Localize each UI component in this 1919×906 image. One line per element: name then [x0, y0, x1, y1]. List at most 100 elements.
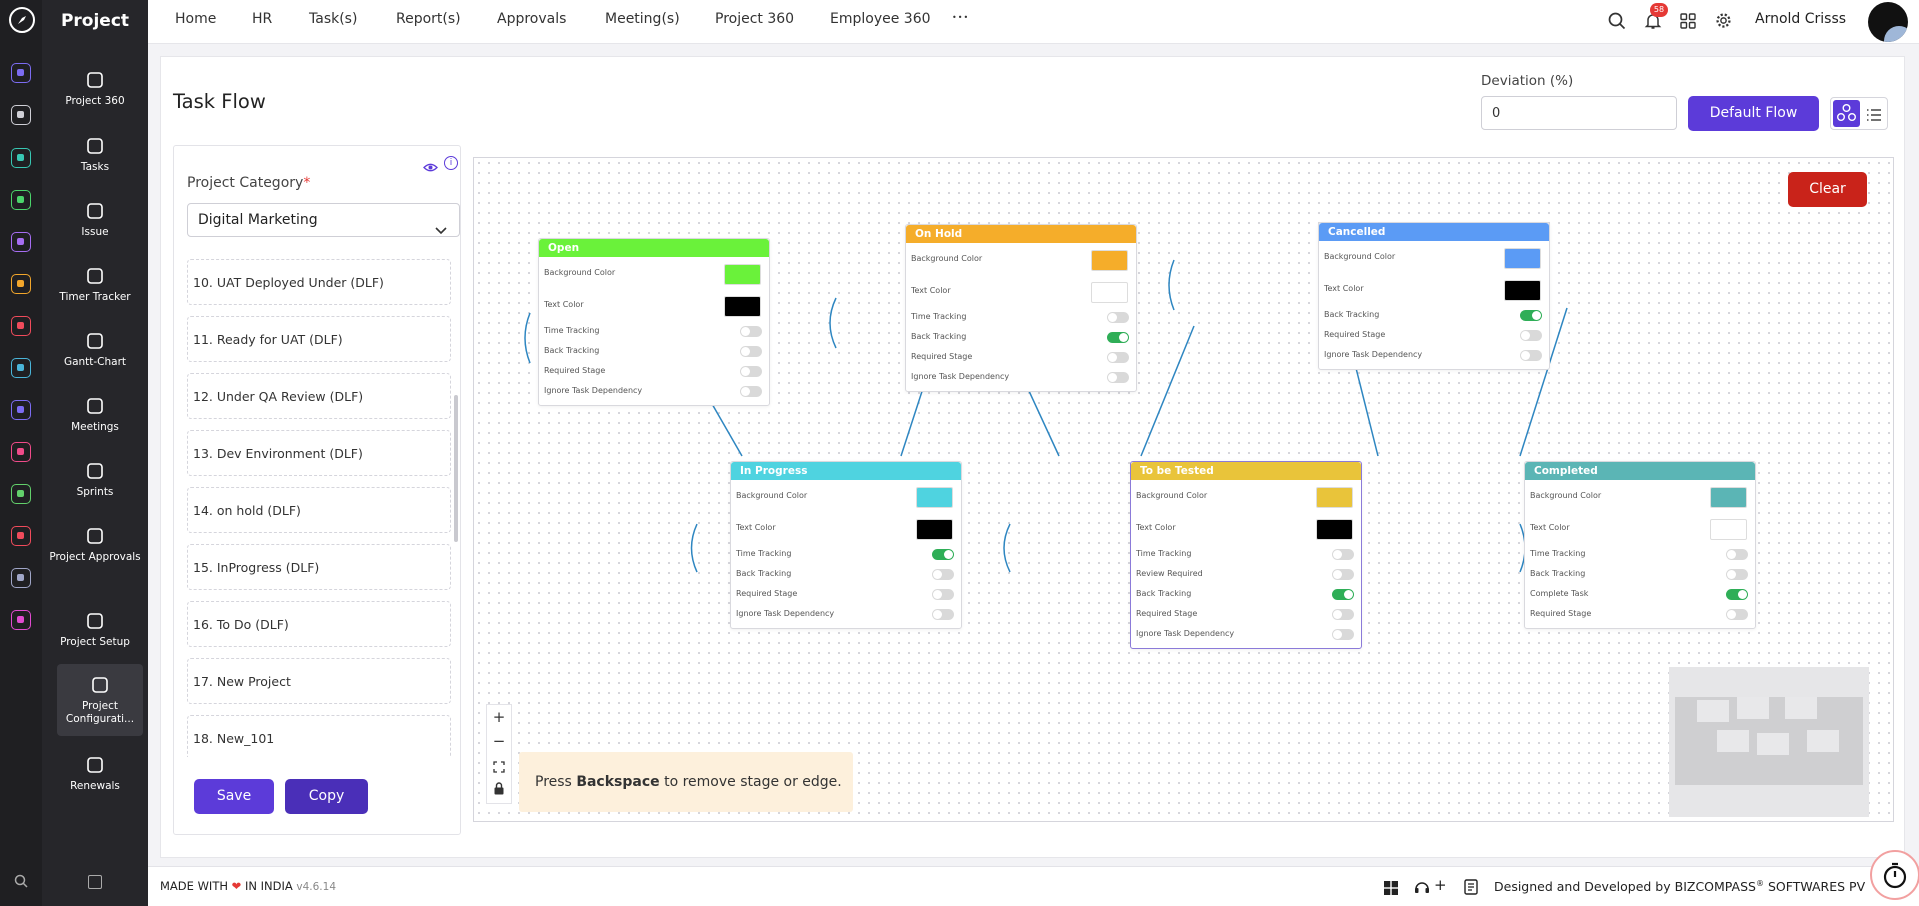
- rail-app-icon-4[interactable]: [11, 190, 31, 210]
- flow-diagram-view-icon[interactable]: [1833, 100, 1860, 127]
- flow-canvas[interactable]: Clear Open Background Color Text Color Time…: [473, 157, 1894, 822]
- rail-app-icon-2[interactable]: [11, 105, 31, 125]
- stage-list-item[interactable]: 18. New_101: [187, 715, 451, 757]
- visibility-eye-icon[interactable]: [423, 158, 438, 177]
- clear-button[interactable]: Clear: [1788, 172, 1867, 207]
- text-color-swatch[interactable]: [1316, 519, 1353, 540]
- rail-app-icon-13[interactable]: [11, 568, 31, 588]
- search-icon[interactable]: [14, 873, 28, 888]
- sidebar-item-3[interactable]: Issue: [42, 201, 148, 239]
- toggle-switch[interactable]: [740, 346, 762, 357]
- logo-icon[interactable]: [9, 7, 35, 33]
- toggle-switch[interactable]: [740, 326, 762, 337]
- background-color-swatch[interactable]: [724, 264, 761, 285]
- toggle-switch[interactable]: [1332, 569, 1354, 580]
- stage-node-6[interactable]: Completed Background Color Text Color Time …: [1524, 461, 1756, 629]
- collapse-sidebar-icon[interactable]: [88, 875, 102, 889]
- stage-list-scroll[interactable]: 10. UAT Deployed Under (DLF) 11. Ready fo…: [187, 251, 461, 757]
- stage-list-item[interactable]: 13. Dev Environment (DLF): [187, 430, 451, 476]
- add-icon[interactable]: +: [1434, 876, 1447, 894]
- sidebar-item-10[interactable]: Project Configurati...: [57, 664, 143, 736]
- toggle-switch[interactable]: [740, 366, 762, 377]
- stage-list-item[interactable]: 15. InProgress (DLF): [187, 544, 451, 590]
- toggle-switch[interactable]: [1726, 609, 1748, 620]
- rail-app-icon-11[interactable]: [11, 484, 31, 504]
- nav-item-6[interactable]: Meeting(s): [605, 11, 680, 27]
- stage-node-5[interactable]: To be Tested Background Color Text Color Ti…: [1130, 461, 1362, 649]
- nav-item-4[interactable]: Report(s): [396, 11, 461, 27]
- stage-node-header[interactable]: Open: [539, 239, 769, 257]
- project-category-select[interactable]: Digital Marketing: [187, 203, 460, 237]
- toggle-switch[interactable]: [1520, 330, 1542, 341]
- rail-app-icon-12[interactable]: [11, 526, 31, 546]
- sidebar-item-7[interactable]: Sprints: [42, 461, 148, 499]
- windows-icon[interactable]: [1384, 880, 1398, 899]
- sidebar-item-6[interactable]: Meetings: [42, 396, 148, 434]
- fit-view-icon[interactable]: [493, 758, 505, 777]
- sidebar-item-11[interactable]: Renewals: [42, 755, 148, 793]
- rail-app-icon-8[interactable]: [11, 358, 31, 378]
- sidebar-item-1[interactable]: Project 360: [42, 70, 148, 108]
- stage-list-item[interactable]: 17. New Project: [187, 658, 451, 704]
- background-color-swatch[interactable]: [1316, 487, 1353, 508]
- nav-item-7[interactable]: Project 360: [715, 11, 794, 27]
- toggle-switch[interactable]: [1520, 310, 1542, 321]
- lock-icon[interactable]: [493, 780, 505, 799]
- avatar[interactable]: [1868, 2, 1908, 42]
- nav-item-1[interactable]: Home: [175, 11, 216, 27]
- stage-node-header[interactable]: Completed: [1525, 462, 1755, 480]
- toggle-switch[interactable]: [1726, 589, 1748, 600]
- rail-app-icon-14[interactable]: [11, 610, 31, 630]
- copy-button[interactable]: Copy: [285, 779, 368, 814]
- stage-list-item[interactable]: 16. To Do (DLF): [187, 601, 451, 647]
- toggle-switch[interactable]: [1332, 629, 1354, 640]
- nav-item-2[interactable]: HR: [252, 11, 272, 27]
- deviation-input[interactable]: 0: [1481, 96, 1677, 130]
- list-view-icon[interactable]: [1866, 107, 1882, 126]
- sidebar-item-8[interactable]: Project Approvals: [42, 526, 148, 564]
- stage-node-header[interactable]: In Progress: [731, 462, 961, 480]
- rail-app-icon-10[interactable]: [11, 442, 31, 462]
- rail-app-icon-5[interactable]: [11, 232, 31, 252]
- sidebar-item-2[interactable]: Tasks: [42, 136, 148, 174]
- toggle-switch[interactable]: [1332, 549, 1354, 560]
- toggle-switch[interactable]: [1107, 352, 1129, 363]
- toggle-switch[interactable]: [932, 549, 954, 560]
- toggle-switch[interactable]: [1107, 332, 1129, 343]
- stage-list-item[interactable]: 14. on hold (DLF): [187, 487, 451, 533]
- stage-node-2[interactable]: On Hold Background Color Text Color Time Tr…: [905, 224, 1137, 392]
- support-icon[interactable]: [1414, 880, 1430, 899]
- toggle-switch[interactable]: [740, 386, 762, 397]
- rail-app-icon-7[interactable]: [11, 316, 31, 336]
- toggle-switch[interactable]: [932, 609, 954, 620]
- stage-node-header[interactable]: On Hold: [906, 225, 1136, 243]
- toggle-switch[interactable]: [1332, 589, 1354, 600]
- stage-node-3[interactable]: Cancelled Background Color Text Color Back …: [1318, 222, 1550, 370]
- sidebar-item-5[interactable]: Gantt-Chart: [42, 331, 148, 369]
- nav-item-8[interactable]: Employee 360: [830, 11, 931, 27]
- toggle-switch[interactable]: [932, 589, 954, 600]
- info-icon[interactable]: i: [444, 156, 458, 170]
- toggle-switch[interactable]: [1332, 609, 1354, 620]
- zoom-in-icon[interactable]: +: [488, 706, 510, 728]
- rail-app-icon-1[interactable]: [11, 63, 31, 83]
- toggle-switch[interactable]: [1107, 312, 1129, 323]
- save-button[interactable]: Save: [194, 779, 274, 814]
- apps-grid-icon[interactable]: [1680, 13, 1696, 33]
- toggle-switch[interactable]: [1726, 549, 1748, 560]
- more-nav-button[interactable]: •••: [952, 13, 969, 22]
- background-color-swatch[interactable]: [1504, 248, 1541, 269]
- nav-item-5[interactable]: Approvals: [497, 11, 566, 27]
- stage-list-item[interactable]: 10. UAT Deployed Under (DLF): [187, 259, 451, 305]
- default-flow-button[interactable]: Default Flow: [1688, 96, 1819, 131]
- text-color-swatch[interactable]: [1504, 280, 1541, 301]
- background-color-swatch[interactable]: [1091, 250, 1128, 271]
- stage-node-header[interactable]: To be Tested: [1131, 462, 1361, 480]
- rail-app-icon-6[interactable]: [11, 274, 31, 294]
- stage-node-4[interactable]: In Progress Background Color Text Color Tim…: [730, 461, 962, 629]
- search-icon[interactable]: [1608, 12, 1626, 34]
- stage-node-header[interactable]: Cancelled: [1319, 223, 1549, 241]
- toggle-switch[interactable]: [932, 569, 954, 580]
- text-color-swatch[interactable]: [1091, 282, 1128, 303]
- rail-app-icon-9[interactable]: [11, 400, 31, 420]
